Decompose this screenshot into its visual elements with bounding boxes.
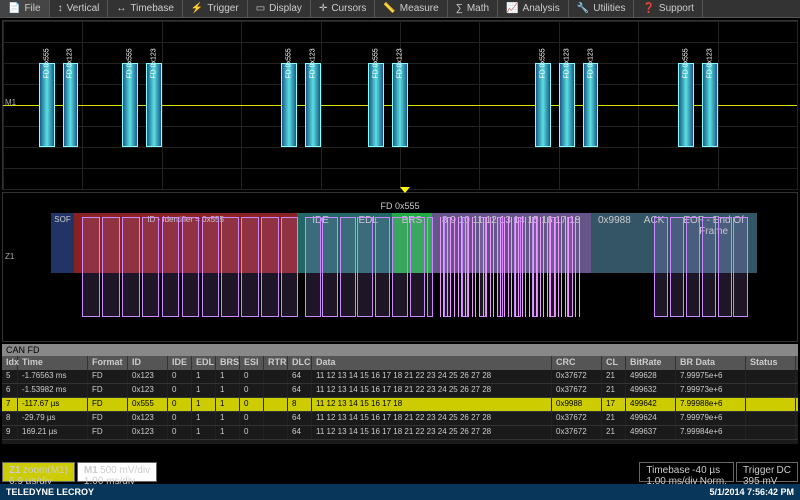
decode-pulse[interactable]: FD 0x123: [63, 63, 79, 147]
main-toolbar: 📄File ↕Vertical ↔Timebase ⚡Trigger ▭Disp…: [0, 0, 800, 18]
decode-pulse[interactable]: FD 0x123: [702, 63, 718, 147]
waveform-overview[interactable]: M1 FD 0x555FD 0x123FD 0x555FD 0x123FD 0x…: [2, 20, 798, 190]
marker-z1: Z1: [5, 252, 14, 261]
table-row[interactable]: 6-1.53982 msFD0x12301106411 12 13 14 15 …: [2, 384, 798, 398]
table-row[interactable]: 7-117.67 µsFD0x5550110811 12 13 14 15 16…: [2, 398, 798, 412]
decode-pulse[interactable]: FD 0x123: [583, 63, 599, 147]
vertical-menu[interactable]: ↕Vertical: [50, 0, 109, 17]
table-row[interactable]: 9169.21 µsFD0x12301106411 12 13 14 15 16…: [2, 426, 798, 440]
status-bar: Z1 zoom(M1)6.9 µs/div M1 500 mV/div1.00 …: [0, 460, 800, 484]
timebase-icon: ↔: [116, 3, 126, 14]
pulse-label: FD 0x555: [127, 48, 134, 78]
analysis-icon: 📈: [506, 3, 518, 14]
pulse-label: FD 0x123: [706, 48, 713, 78]
cursors-icon: ✛: [319, 3, 327, 14]
decode-pulse[interactable]: FD 0x123: [146, 63, 162, 147]
pulse-label: FD 0x123: [67, 48, 74, 78]
vertical-icon: ↕: [58, 3, 63, 14]
decode-table: CAN FD Idx Time Format ID IDE EDL BRS ES…: [2, 344, 798, 444]
file-icon: 📄: [8, 3, 20, 14]
math-icon: ∑: [456, 3, 463, 14]
pulse-label: FD 0x123: [587, 48, 594, 78]
status-timebase[interactable]: Timebase -40 µs 1.00 ms/div Norm. 2.5 MS…: [639, 462, 734, 482]
math-menu[interactable]: ∑Math: [448, 0, 498, 17]
decode-pulse[interactable]: FD 0x123: [305, 63, 321, 147]
pulse-label: FD 0x123: [563, 48, 570, 78]
status-trigger[interactable]: Trigger DC 395 mVCAN FD: [736, 462, 798, 482]
file-menu[interactable]: 📄File: [0, 0, 50, 17]
display-menu[interactable]: ▭Display: [248, 0, 311, 17]
pulse-label: FD 0x555: [539, 48, 546, 78]
trigger-menu[interactable]: ⚡Trigger: [183, 0, 248, 17]
trigger-icon: ⚡: [191, 3, 203, 14]
pulse-label: FD 0x555: [285, 48, 292, 78]
datetime-label: 5/1/2014 7:56:42 PM: [709, 487, 794, 497]
support-menu[interactable]: ❓Support: [634, 0, 702, 17]
decode-pulse[interactable]: FD 0x555: [678, 63, 694, 147]
brand-label: TELEDYNE LECROY: [6, 487, 94, 497]
table-header: Idx Time Format ID IDE EDL BRS ESI RTR D…: [2, 356, 798, 370]
decode-pulse[interactable]: FD 0x555: [39, 63, 55, 147]
trigger-indicator-icon: [400, 187, 410, 193]
segment-sof: SOF: [51, 213, 75, 273]
pulse-label: FD 0x555: [373, 48, 380, 78]
decode-pulse[interactable]: FD 0x555: [281, 63, 297, 147]
measure-icon: 📏: [383, 3, 395, 14]
decode-pulse[interactable]: FD 0x123: [392, 63, 408, 147]
pulse-label: FD 0x555: [43, 48, 50, 78]
table-title: CAN FD: [2, 344, 798, 356]
pulse-label: FD 0x123: [309, 48, 316, 78]
decode-pulse[interactable]: FD 0x555: [535, 63, 551, 147]
decode-pulse[interactable]: FD 0x555: [368, 63, 384, 147]
footer-bar: TELEDYNE LECROY 5/1/2014 7:56:42 PM: [0, 484, 800, 500]
decode-pulse[interactable]: FD 0x555: [122, 63, 138, 147]
status-z1[interactable]: Z1 zoom(M1)6.9 µs/div: [2, 462, 75, 482]
pulse-label: FD 0x123: [396, 48, 403, 78]
measure-menu[interactable]: 📏Measure: [375, 0, 447, 17]
segment-crc: 0x9988: [591, 213, 639, 273]
timebase-menu[interactable]: ↔Timebase: [108, 0, 183, 17]
decode-zoom[interactable]: FD 0x555 Z1 SOF ID - Identifier = 0x555 …: [2, 192, 798, 342]
decode-pulse[interactable]: FD 0x123: [559, 63, 575, 147]
table-row[interactable]: 8-29.79 µsFD0x12301106411 12 13 14 15 16…: [2, 412, 798, 426]
decode-title: FD 0x555: [380, 201, 419, 211]
table-row[interactable]: 5-1.76563 msFD0x12301106411 12 13 14 15 …: [2, 370, 798, 384]
support-icon: ❓: [642, 3, 654, 14]
utilities-menu[interactable]: 🔧Utilities: [569, 0, 635, 17]
pulse-label: FD 0x123: [150, 48, 157, 78]
pulse-label: FD 0x555: [682, 48, 689, 78]
status-m1[interactable]: M1 500 mV/div1.00 ms/div: [77, 462, 157, 482]
display-icon: ▭: [256, 3, 265, 14]
utilities-icon: 🔧: [577, 3, 589, 14]
analysis-menu[interactable]: 📈Analysis: [498, 0, 569, 17]
cursors-menu[interactable]: ✛Cursors: [311, 0, 375, 17]
